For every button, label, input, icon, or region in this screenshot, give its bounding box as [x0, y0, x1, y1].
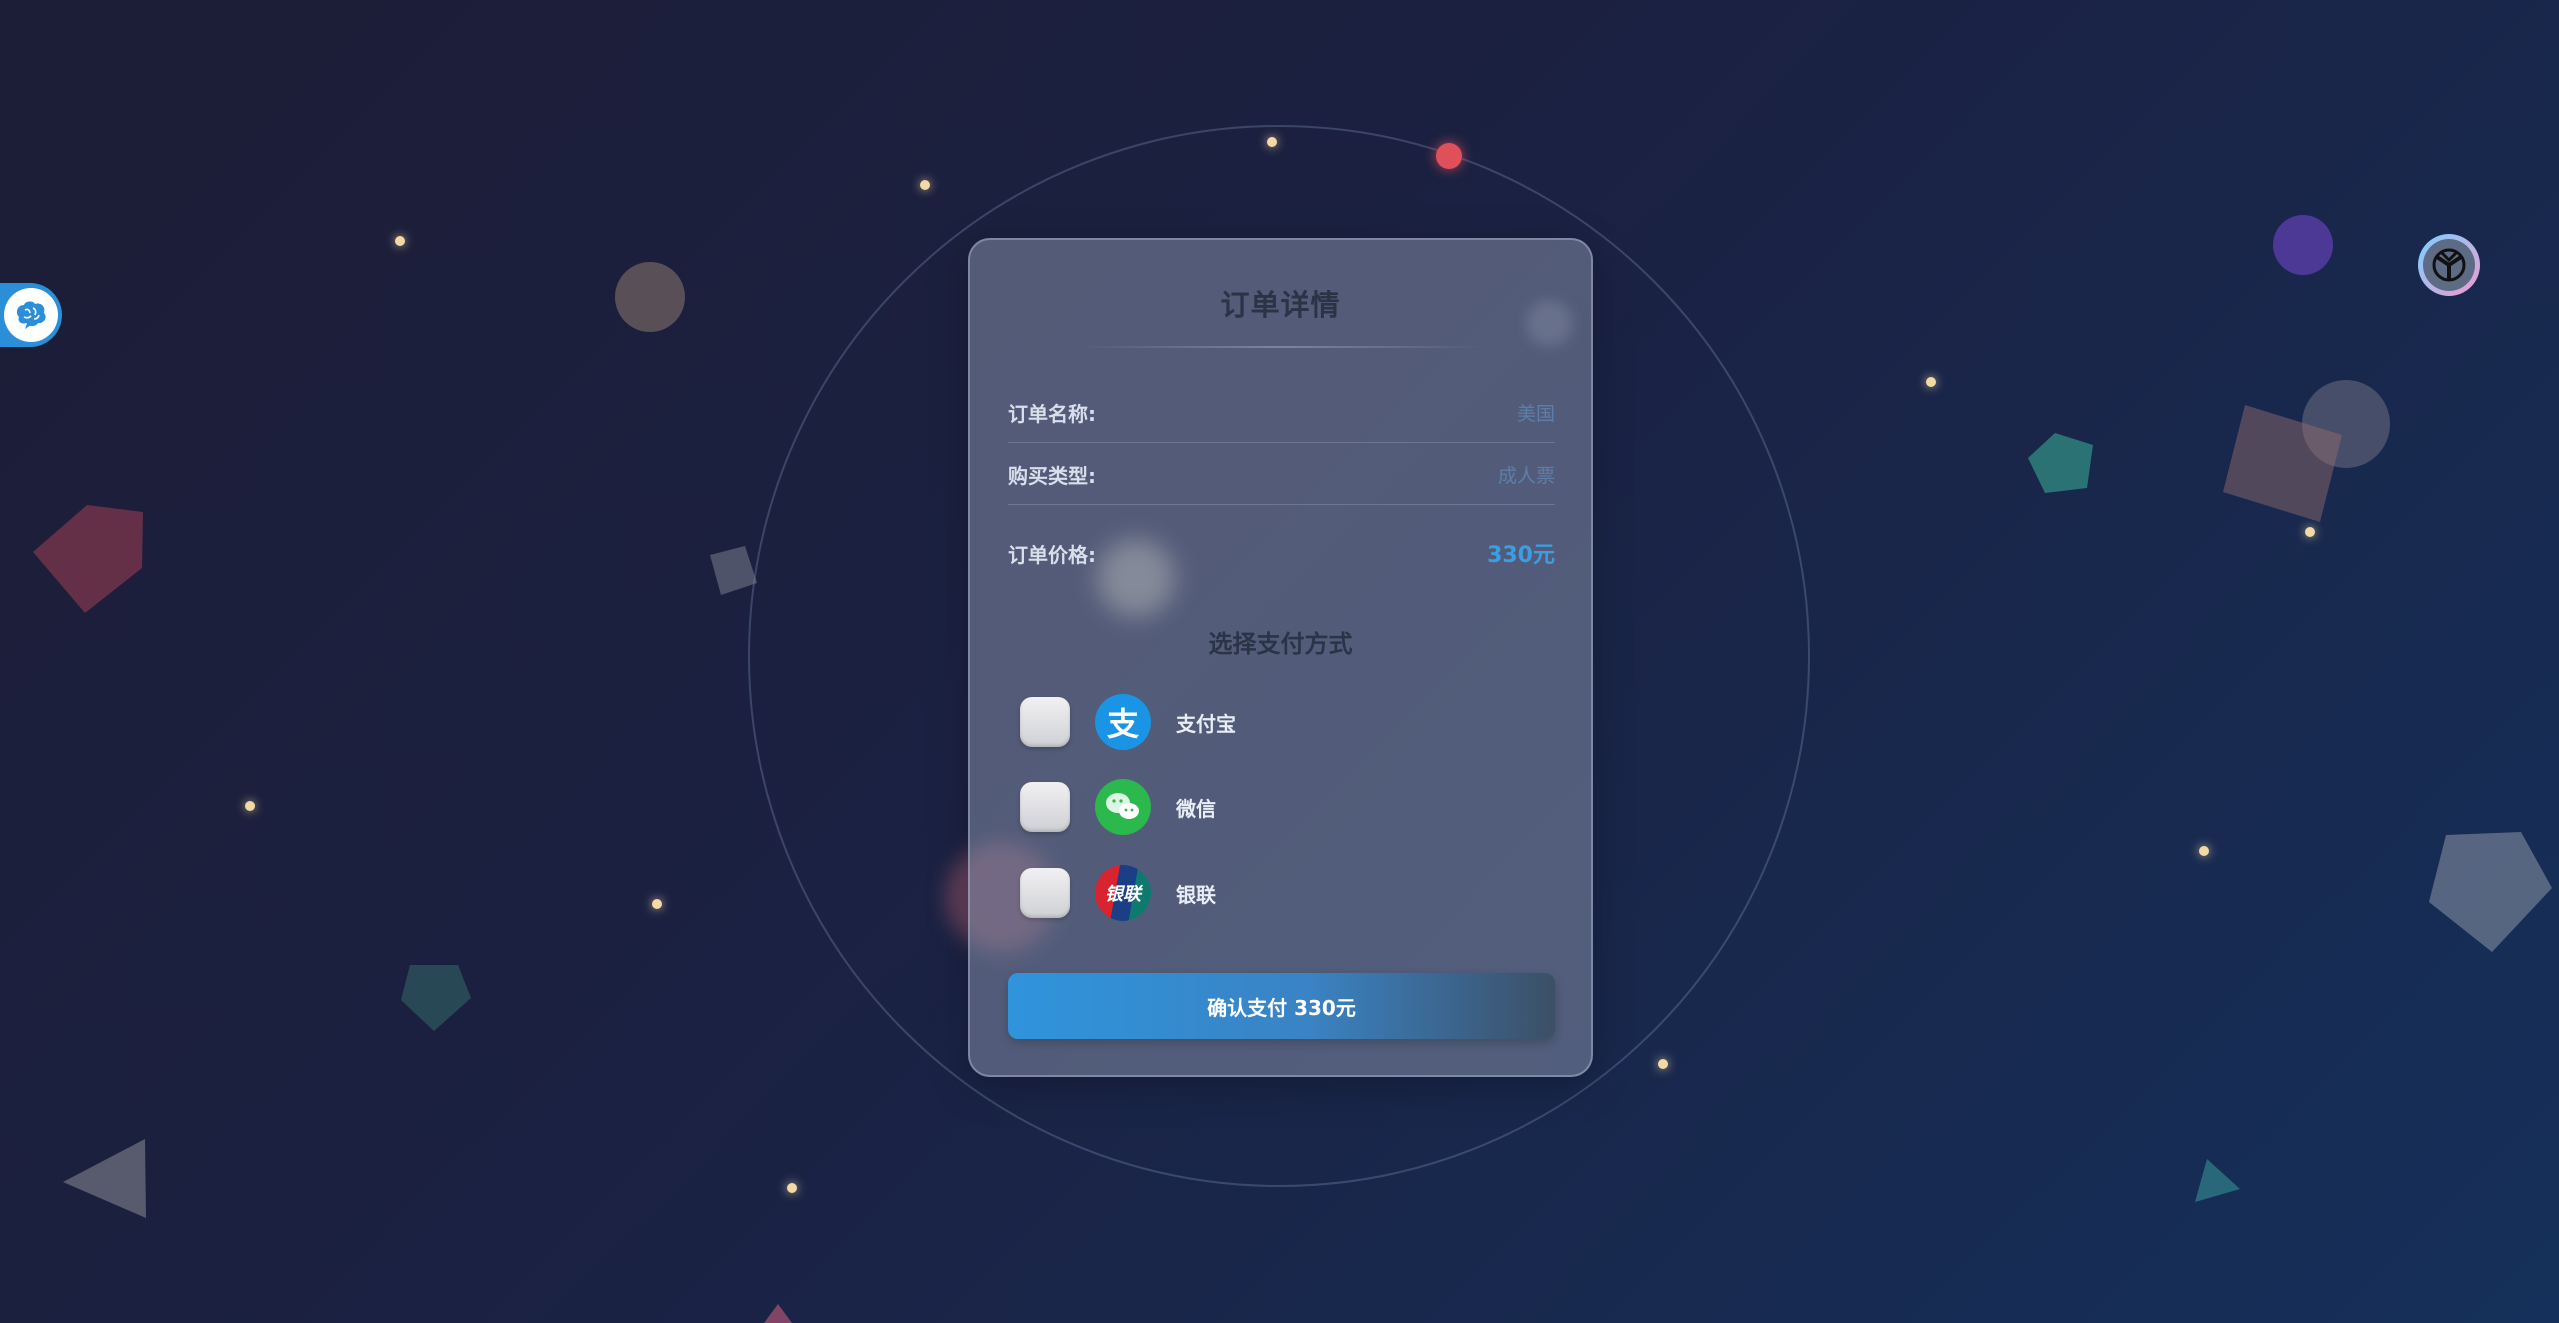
decorative-circle — [2273, 215, 2333, 275]
avatar-icon — [2423, 239, 2475, 291]
pentagon-shape — [33, 505, 143, 613]
payment-option-unionpay[interactable]: 银联 银联 — [1020, 863, 1540, 923]
payment-option-wechat[interactable]: 微信 — [1020, 777, 1540, 837]
star-dot — [245, 801, 255, 811]
order-name-value: 美国 — [1516, 403, 1555, 425]
pentagon-shape — [2429, 832, 2552, 952]
star-dot — [652, 899, 662, 909]
payment-option-alipay[interactable]: 支 支付宝 — [1020, 692, 1540, 752]
triangle-shape — [2195, 1159, 2240, 1202]
alipay-label: 支付宝 — [1176, 711, 1236, 736]
star-dot — [1267, 137, 1277, 147]
order-name-row: 订单名称: 美国 — [1008, 398, 1555, 427]
red-dot — [1436, 143, 1462, 169]
card-title: 订单详情 — [1220, 288, 1341, 322]
order-card: 订单详情 订单名称: 美国 购买类型: 成人票 订单价格: 330元 选择支付方… — [968, 238, 1593, 1077]
order-name-label: 订单名称: — [1008, 402, 1096, 426]
square-shape — [2223, 405, 2342, 522]
star-dot — [395, 236, 405, 246]
order-price-row: 订单价格: 330元 — [1008, 537, 1555, 569]
square-shape — [710, 546, 757, 595]
triangle-shape — [764, 1304, 792, 1323]
unionpay-icon: 银联 — [1095, 865, 1151, 921]
star-dot — [2305, 527, 2315, 537]
ticket-type-label: 购买类型: — [1008, 464, 1096, 488]
row-divider — [1008, 504, 1555, 505]
star-dot — [2199, 846, 2209, 856]
brain-icon — [4, 288, 58, 342]
unionpay-label: 银联 — [1176, 882, 1216, 907]
wechat-checkbox[interactable] — [1020, 782, 1070, 832]
title-divider — [1080, 346, 1485, 348]
star-dot — [787, 1183, 797, 1193]
pentagon-shape — [401, 965, 471, 1031]
pentagon-shape — [2028, 433, 2093, 493]
unionpay-checkbox[interactable] — [1020, 868, 1070, 918]
confirm-payment-button[interactable]: 确认支付 330元 — [1008, 973, 1555, 1039]
payment-section-title: 选择支付方式 — [1208, 630, 1353, 658]
star-dot — [1926, 377, 1936, 387]
alipay-checkbox[interactable] — [1020, 697, 1070, 747]
ticket-type-value: 成人票 — [1497, 465, 1555, 487]
wechat-label: 微信 — [1176, 796, 1216, 821]
wechat-icon — [1095, 779, 1151, 835]
star-dot — [1658, 1059, 1668, 1069]
brain-widget-button[interactable] — [0, 283, 62, 347]
ticket-type-row: 购买类型: 成人票 — [1008, 460, 1555, 489]
row-divider — [1008, 442, 1555, 443]
order-price-value: 330元 — [1487, 543, 1555, 568]
triangle-shape — [63, 1139, 146, 1218]
star-dot — [920, 180, 930, 190]
decorative-circle — [615, 262, 685, 332]
avatar-button[interactable] — [2418, 234, 2480, 296]
alipay-icon: 支 — [1095, 694, 1151, 750]
order-price-label: 订单价格: — [1008, 542, 1096, 567]
